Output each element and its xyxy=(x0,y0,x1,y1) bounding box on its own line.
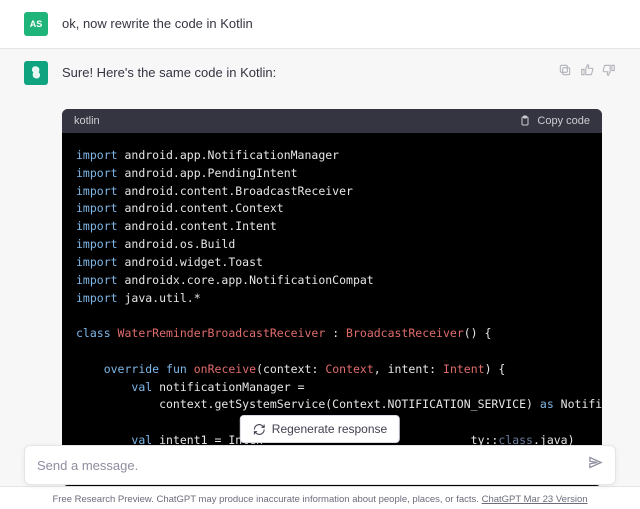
message-input-bar xyxy=(24,445,616,485)
assistant-message-text: Sure! Here's the same code in Kotlin: xyxy=(62,61,544,84)
code-header: kotlin Copy code xyxy=(62,109,602,133)
thumbs-up-icon[interactable] xyxy=(580,63,594,82)
clipboard-icon xyxy=(519,115,531,127)
message-actions xyxy=(558,61,616,82)
footer-disclaimer: Free Research Preview. ChatGPT may produ… xyxy=(52,494,481,505)
user-message-text: ok, now rewrite the code in Kotlin xyxy=(62,12,616,36)
copy-code-button[interactable]: Copy code xyxy=(519,115,590,127)
user-avatar: AS xyxy=(24,12,48,36)
assistant-avatar xyxy=(24,61,48,85)
regenerate-label: Regenerate response xyxy=(272,422,387,436)
regenerate-button[interactable]: Regenerate response xyxy=(240,415,400,443)
copy-message-icon[interactable] xyxy=(558,63,572,82)
message-input[interactable] xyxy=(37,458,588,473)
footer-version-link[interactable]: ChatGPT Mar 23 Version xyxy=(482,494,588,505)
refresh-icon xyxy=(253,423,266,436)
footer-text: Free Research Preview. ChatGPT may produ… xyxy=(0,494,640,505)
send-button[interactable] xyxy=(588,455,603,475)
user-message-row: AS ok, now rewrite the code in Kotlin xyxy=(0,0,640,48)
copy-code-label: Copy code xyxy=(537,115,590,127)
thumbs-down-icon[interactable] xyxy=(602,63,616,82)
code-language-label: kotlin xyxy=(74,115,100,127)
send-icon xyxy=(588,455,603,470)
